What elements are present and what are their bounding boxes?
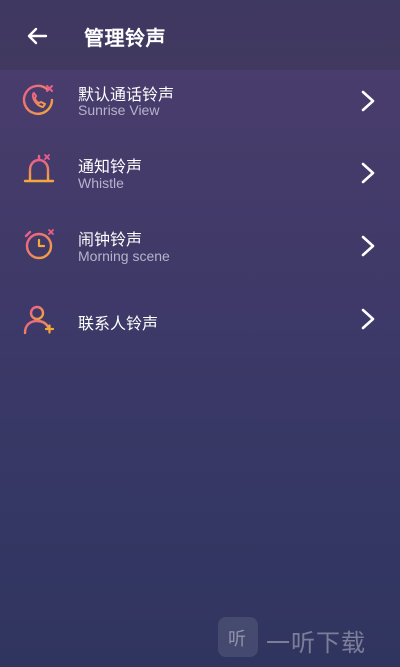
alarm-clock-icon bbox=[24, 229, 54, 260]
watermark-logo-text: 听 bbox=[228, 629, 246, 650]
item-label: 联系人铃声 bbox=[78, 314, 159, 333]
chevron-right-icon bbox=[361, 90, 375, 112]
item-subtitle: Whistle bbox=[78, 175, 124, 191]
item-label: 闹钟铃声 bbox=[78, 230, 143, 249]
chevron-right-icon bbox=[361, 308, 375, 330]
item-label: 通知铃声 bbox=[78, 157, 143, 176]
bell-icon bbox=[23, 154, 55, 183]
arrow-left-icon[interactable] bbox=[22, 20, 54, 52]
watermark-logo: 听 bbox=[218, 617, 258, 657]
list-item-default-call-ringtone[interactable]: 默认通话铃声 Sunrise View bbox=[0, 64, 400, 134]
item-subtitle: Morning scene bbox=[78, 248, 170, 264]
item-subtitle: Sunrise View bbox=[78, 102, 160, 118]
contact-person-icon bbox=[23, 305, 55, 335]
app-bar: 管理铃声 bbox=[0, 0, 400, 70]
phone-ringing-icon bbox=[22, 84, 54, 115]
list-item-notification-ringtone[interactable]: 通知铃声 Whistle bbox=[0, 136, 400, 206]
chevron-right-icon bbox=[361, 162, 375, 184]
chevron-right-icon bbox=[361, 235, 375, 257]
list-item-alarm-ringtone[interactable]: 闹钟铃声 Morning scene bbox=[0, 209, 400, 279]
watermark: 听 一听下载 bbox=[218, 615, 388, 659]
page-title: 管理铃声 bbox=[84, 26, 166, 50]
watermark-text: 一听下载 bbox=[266, 629, 366, 657]
list-item-contact-ringtone[interactable]: 联系人铃声 bbox=[0, 284, 400, 354]
